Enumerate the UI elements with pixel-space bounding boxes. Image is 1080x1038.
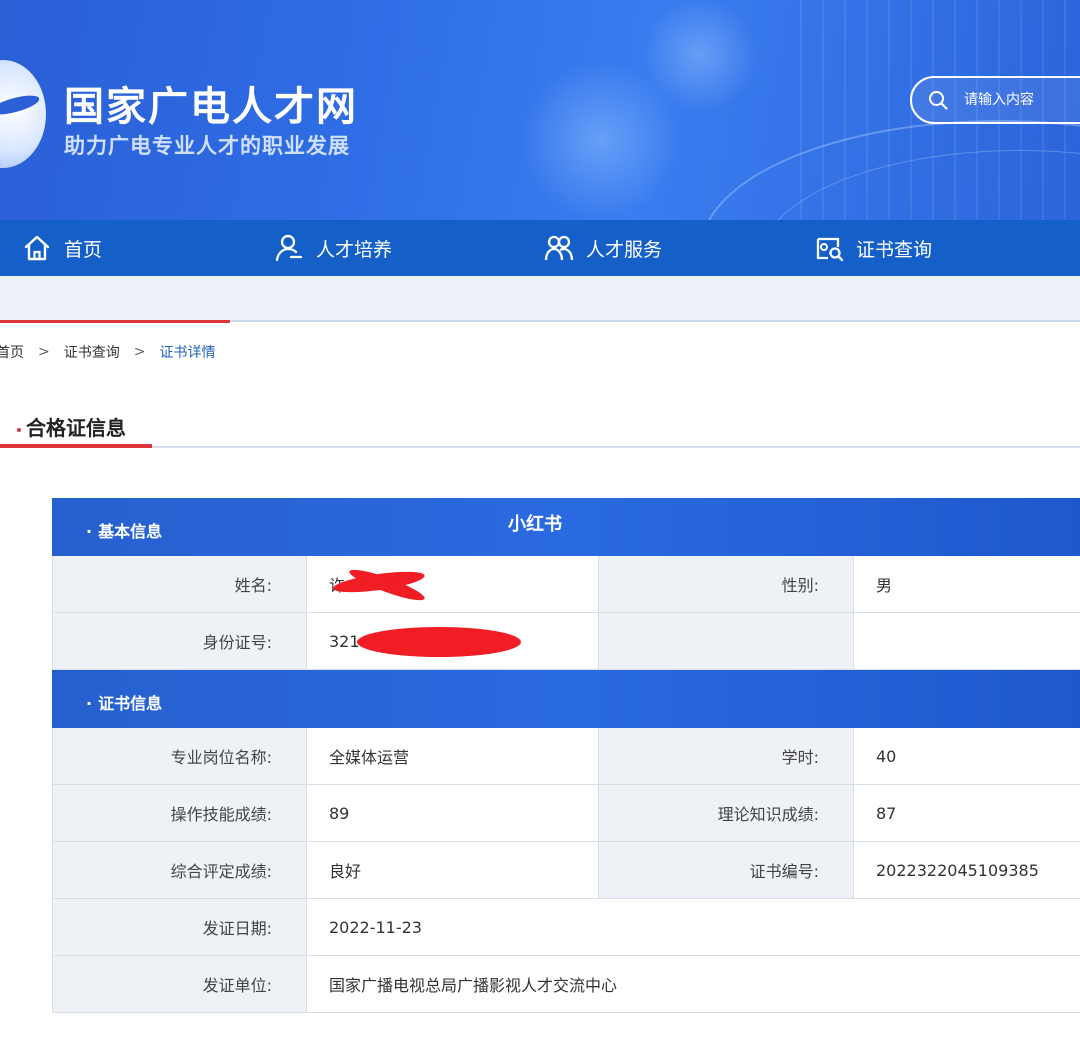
theory-score-label: 理论知识成绩: [599,785,854,841]
position-label: 专业岗位名称: [52,728,307,784]
table-row: 综合评定成绩: 良好 证书编号: 2022322045109385 [52,842,1080,899]
search-box[interactable] [910,76,1080,124]
issuer-value: 国家广播电视总局广播影视人才交流中心 [307,956,1080,1012]
site-subtitle: 助力广电专业人才的职业发展 [64,134,350,158]
table-row: 发证日期: 2022-11-23 [52,899,1080,956]
gender-label: 性别: [599,556,854,612]
section-header: 合格证信息 [0,406,1080,448]
site-logo[interactable] [0,60,46,168]
nav-item-talent-service[interactable]: 人才服务 [544,220,662,276]
nav-item-label: 人才服务 [586,238,663,261]
hours-label: 学时: [599,728,854,784]
section-underline [0,444,152,448]
banner-decoration [640,0,760,110]
table-row: 姓名: 许 性别: 男 [52,556,1080,613]
overall-score-label: 综合评定成绩: [52,842,307,898]
breadcrumb-current: 证书详情 [159,345,216,361]
nav-item-certificate-query[interactable]: 证书查询 [814,220,932,276]
section-bullet [17,428,21,432]
subnav-active-indicator [0,320,230,323]
search-icon[interactable] [928,90,948,110]
subnav-strip [0,276,1080,322]
user-icon [275,234,303,262]
group-header-certificate: 证书信息 [52,670,1080,728]
table-row: 发证单位: 国家广播电视总局广播影视人才交流中心 [52,956,1080,1013]
breadcrumb-certificate-query[interactable]: 证书查询 [64,342,120,362]
id-number-value: 321 [329,631,360,651]
gender-value: 男 [854,556,1080,612]
group-header-label: 基本信息 [86,518,162,542]
skill-score-label: 操作技能成绩: [52,785,307,841]
breadcrumb: 首页 > 证书查询 > 证书详情 [0,342,215,362]
table-row: 专业岗位名称: 全媒体运营 学时: 40 [52,728,1080,785]
main-nav: 首页 人才培养 人才服务 证书查询 [0,220,1080,276]
nav-item-label: 证书查询 [856,238,933,261]
redaction-mark [357,627,521,657]
table-row: 操作技能成绩: 89 理论知识成绩: 87 [52,785,1080,842]
nav-item-label: 首页 [64,238,103,261]
section-title: 合格证信息 [26,416,126,440]
empty-label [599,613,854,669]
home-icon [24,235,50,261]
id-number-label: 身份证号: [52,613,307,669]
skill-score-value: 89 [307,785,599,841]
breadcrumb-separator: > [38,344,50,360]
group-header-label: 证书信息 [86,690,162,714]
watermark: 小红书 [508,514,562,535]
table-row: 身份证号: 321 [52,613,1080,670]
issue-date-label: 发证日期: [52,899,307,955]
empty-value [854,613,1080,669]
name-label: 姓名: [52,556,307,612]
group-header-basic: 基本信息 小红书 [52,498,1080,556]
id-number-value-cell: 321 [307,613,599,669]
certificate-number-label: 证书编号: [599,842,854,898]
issue-date-value: 2022-11-23 [307,899,1080,955]
issuer-label: 发证单位: [52,956,307,1012]
users-icon [544,235,574,261]
nav-item-talent-training[interactable]: 人才培养 [274,220,392,276]
certificate-table: 基本信息 小红书 姓名: 许 性别: 男 身份证号: 321 证书信息 专业岗位… [52,498,1080,1013]
certificate-search-icon [816,237,844,262]
name-value-cell: 许 [307,556,599,612]
position-value: 全媒体运营 [307,728,599,784]
overall-score-value: 良好 [307,842,599,898]
certificate-number-value: 2022322045109385 [854,842,1080,898]
site-banner: 国家广电人才网 助力广电专业人才的职业发展 [0,0,1080,220]
breadcrumb-separator: > [133,344,146,360]
theory-score-value: 87 [854,785,1080,841]
breadcrumb-home[interactable]: 首页 [0,342,24,362]
site-title[interactable]: 国家广电人才网 [64,74,358,132]
search-input[interactable] [964,88,1080,112]
nav-item-home[interactable]: 首页 [22,220,102,276]
hours-value: 40 [854,728,1080,784]
nav-item-label: 人才培养 [316,238,393,261]
